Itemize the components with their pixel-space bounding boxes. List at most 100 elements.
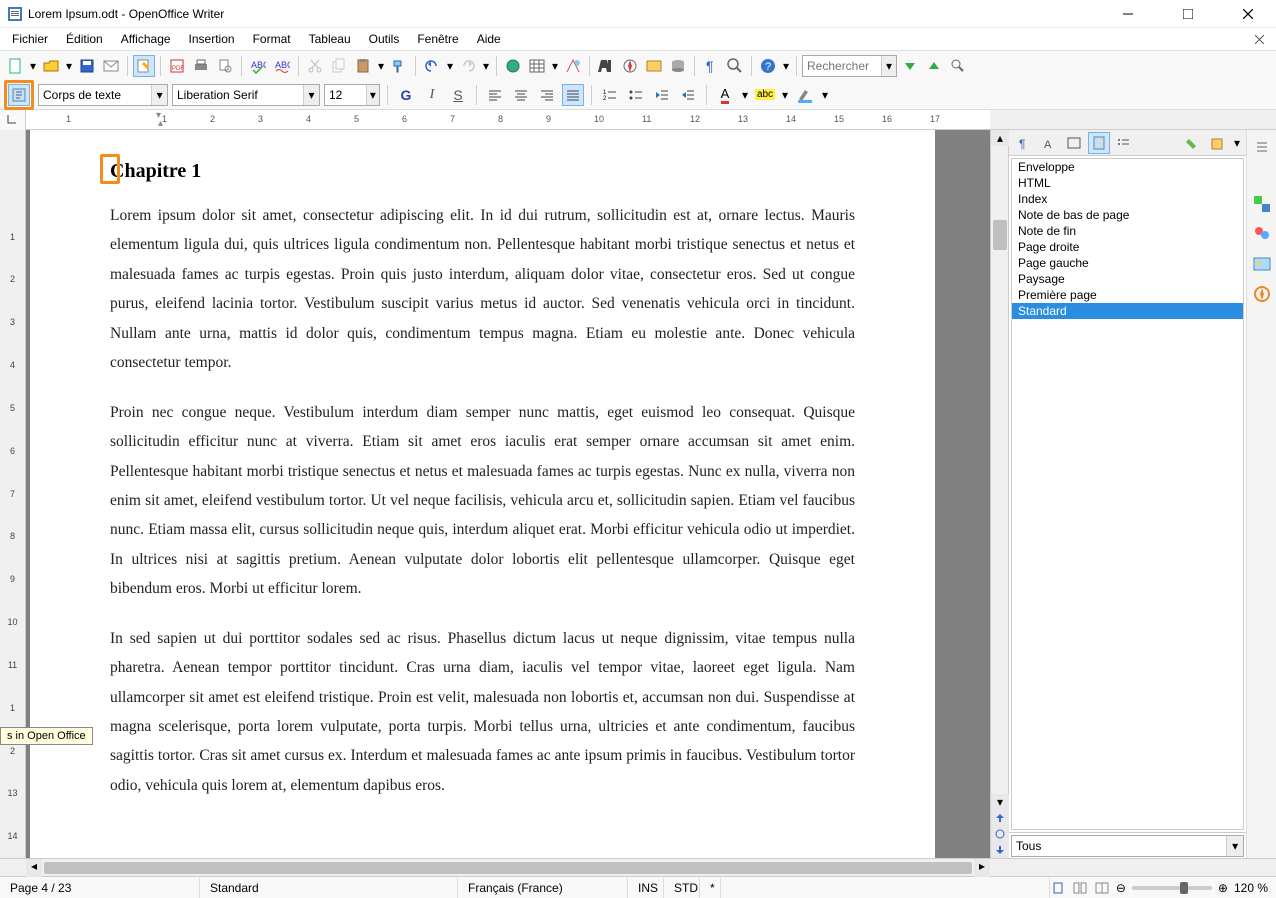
close-button[interactable] [1228,0,1268,28]
navigator-icon[interactable] [619,55,641,77]
align-right-icon[interactable] [536,84,558,106]
horizontal-scrollbar[interactable]: ◂ ▸ [0,858,1276,876]
style-item[interactable]: HTML [1012,175,1243,191]
scroll-thumb[interactable] [993,220,1007,250]
print-preview-icon[interactable] [214,55,236,77]
drawing-icon[interactable] [562,55,584,77]
font-size-input[interactable] [325,88,366,102]
search-input[interactable] [803,59,881,73]
list-styles-icon[interactable] [1113,132,1135,154]
new-style-dropdown[interactable]: ▾ [1232,136,1242,150]
menu-outils[interactable]: Outils [361,30,408,48]
gallery-tab-icon[interactable] [1250,252,1274,276]
font-color-icon[interactable]: A [714,84,736,106]
font-name-dropdown[interactable]: ▾ [303,85,319,105]
decrease-indent-icon[interactable] [651,84,673,106]
hscroll-left-icon[interactable]: ◂ [26,859,42,877]
status-style[interactable]: Standard [200,877,458,898]
align-justify-icon[interactable] [562,84,584,106]
style-item[interactable]: Paysage [1012,271,1243,287]
horizontal-ruler[interactable]: 11234567891011121314151617▾▴ [26,110,990,129]
copy-icon[interactable] [328,55,350,77]
edit-mode-icon[interactable] [133,55,155,77]
undo-dropdown[interactable]: ▾ [445,59,455,73]
spellcheck-icon[interactable]: ABC [247,55,269,77]
new-doc-dropdown[interactable]: ▾ [28,59,38,73]
search-dropdown-icon[interactable]: ▾ [881,56,896,76]
navigator-tab-icon[interactable] [1250,282,1274,306]
styles-filter-input[interactable] [1012,839,1226,853]
paste-dropdown[interactable]: ▾ [376,59,386,73]
properties-tab-icon[interactable] [1250,192,1274,216]
redo-dropdown[interactable]: ▾ [481,59,491,73]
styles-tab-icon[interactable] [1250,222,1274,246]
style-item[interactable]: Première page [1012,287,1243,303]
status-selection-mode[interactable]: STD [664,877,700,898]
style-item[interactable]: Enveloppe [1012,159,1243,175]
background-color-icon[interactable] [794,84,816,106]
menubar-close-icon[interactable] [1247,35,1272,44]
para-styles-icon[interactable]: ¶ [1013,132,1035,154]
paragraph-3[interactable]: In sed sapien ut dui porttitor sodales s… [110,624,855,801]
view-multi-page-icon[interactable] [1072,880,1088,896]
paragraph-1[interactable]: Lorem ipsum dolor sit amet, consectetur … [110,201,855,378]
status-language[interactable]: Français (France) [458,877,628,898]
autospell-icon[interactable]: ABC [271,55,293,77]
increase-indent-icon[interactable] [677,84,699,106]
new-doc-icon[interactable] [4,55,26,77]
find-next-down-icon[interactable] [899,55,921,77]
frame-styles-icon[interactable] [1063,132,1085,154]
style-item[interactable]: Page droite [1012,239,1243,255]
help-dropdown[interactable]: ▾ [781,59,791,73]
scroll-down-icon[interactable]: ▾ [991,794,1009,810]
font-color-dropdown[interactable]: ▾ [740,88,750,102]
zoom-percent[interactable]: 120 % [1234,881,1268,895]
paragraph-style-input[interactable] [39,88,151,102]
scroll-up-icon[interactable]: ▴ [991,130,1009,146]
gallery-icon[interactable] [643,55,665,77]
bold-icon[interactable]: G [395,84,417,106]
italic-icon[interactable]: I [421,84,443,106]
styles-filter-dropdown[interactable]: ▾ [1226,836,1243,856]
paragraph-style-combo[interactable]: ▾ [38,84,168,106]
zoom-slider[interactable] [1132,886,1212,890]
undo-icon[interactable] [421,55,443,77]
align-left-icon[interactable] [484,84,506,106]
style-item[interactable]: Index [1012,191,1243,207]
hyperlink-icon[interactable] [502,55,524,77]
background-color-dropdown[interactable]: ▾ [820,88,830,102]
next-page-icon[interactable] [991,842,1009,858]
table-icon[interactable] [526,55,548,77]
new-style-icon[interactable] [1207,132,1229,154]
status-page[interactable]: Page 4 / 23 [0,877,200,898]
find-icon[interactable] [595,55,617,77]
paragraph-2[interactable]: Proin nec congue neque. Vestibulum inter… [110,398,855,604]
sidebar-config-icon[interactable] [1250,134,1274,158]
export-pdf-icon[interactable]: PDF [166,55,188,77]
style-item[interactable]: Note de bas de page [1012,207,1243,223]
styles-list[interactable]: EnveloppeHTMLIndexNote de bas de pageNot… [1011,158,1244,830]
heading-chapter[interactable]: Chapitre 1 [110,160,855,183]
help-icon[interactable]: ? [757,55,779,77]
nonprinting-icon[interactable]: ¶ [700,55,722,77]
maximize-button[interactable] [1168,0,1208,28]
paste-icon[interactable] [352,55,374,77]
cut-icon[interactable] [304,55,326,77]
menu-fenetre[interactable]: Fenêtre [409,30,466,48]
email-icon[interactable] [100,55,122,77]
status-signature[interactable] [721,877,1050,898]
search-box[interactable]: ▾ [802,55,897,77]
zoom-slider-thumb[interactable] [1180,882,1188,894]
vertical-scrollbar[interactable]: ▴ ▾ [990,130,1008,858]
view-book-icon[interactable] [1094,880,1110,896]
hscroll-thumb[interactable] [44,862,972,874]
format-paintbrush-icon[interactable] [388,55,410,77]
zoom-icon[interactable] [724,55,746,77]
zoom-in-icon[interactable]: ⊕ [1218,881,1228,895]
document-area[interactable]: Chapitre 1 Lorem ipsum dolor sit amet, c… [26,130,990,858]
nav-object-icon[interactable] [991,826,1009,842]
style-item[interactable]: Note de fin [1012,223,1243,239]
fill-format-icon[interactable] [1182,132,1204,154]
font-name-input[interactable] [173,88,303,102]
font-size-combo[interactable]: ▾ [324,84,380,106]
